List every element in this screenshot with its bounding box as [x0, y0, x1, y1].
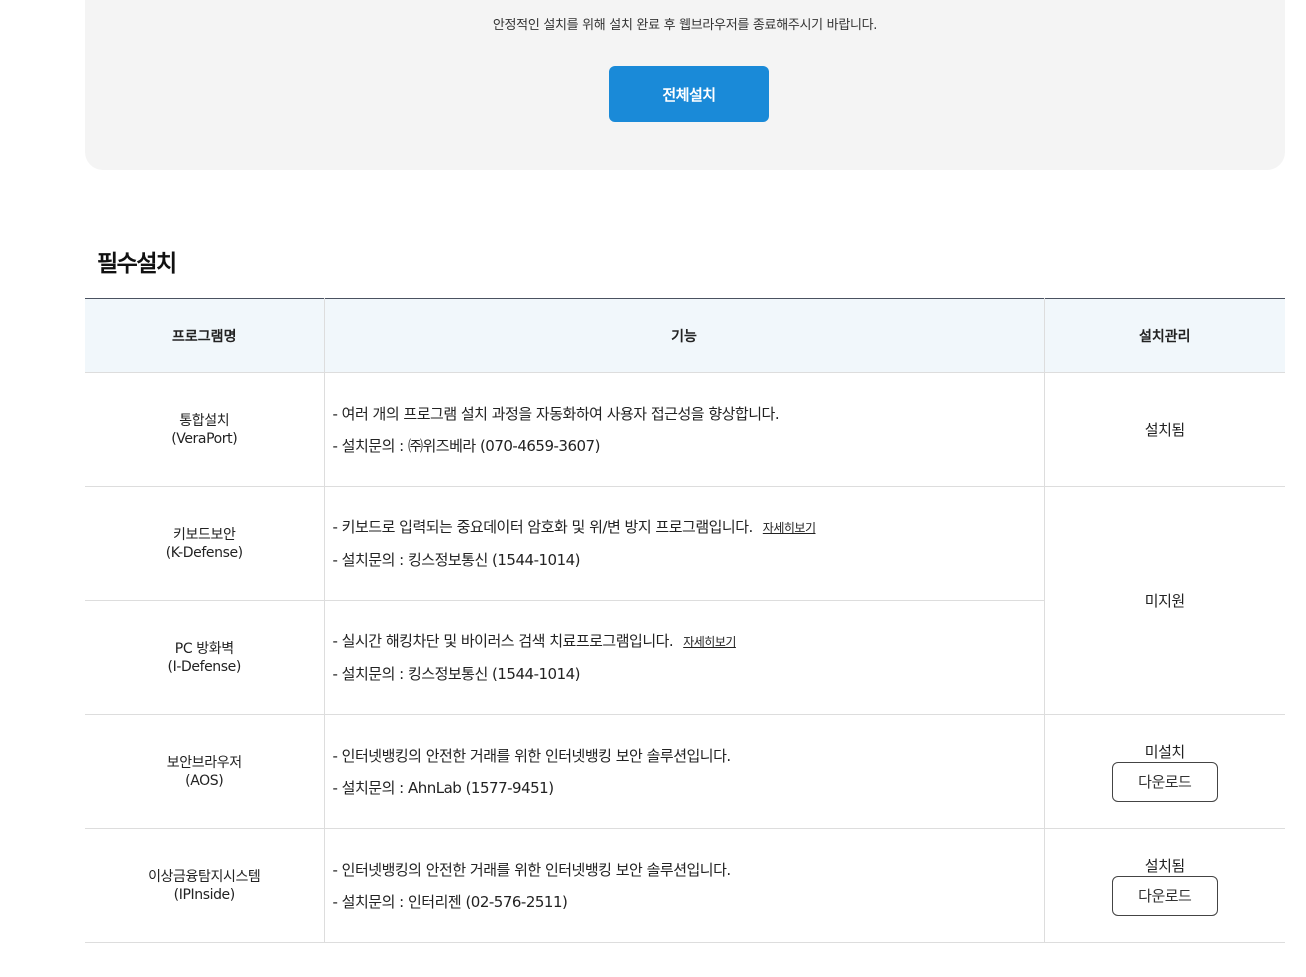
program-code: (K-Defense)	[165, 544, 243, 561]
function-description: - 인터넷뱅킹의 안전한 거래를 위한 인터넷뱅킹 보안 솔루션입니다.	[332, 860, 732, 879]
program-code: (IPInside)	[173, 886, 236, 903]
function-description: - 여러 개의 프로그램 설치 과정을 자동화하여 사용자 접근성을 향상합니다…	[332, 404, 780, 423]
program-name-cell: 이상금융탐지시스템 (IPInside)	[85, 828, 324, 943]
install-contact: - 설치문의 : 킹스정보통신 (1544-1014)	[332, 551, 581, 569]
download-button[interactable]: 다운로드	[1111, 875, 1218, 916]
table-row: 통합설치 (VeraPort) - 여러 개의 프로그램 설치 과정을 자동화하…	[85, 372, 1285, 487]
status-cell: 설치됨	[1043, 372, 1285, 487]
install-contact: - 설치문의 : ㈜위즈베라 (070-4659-3607)	[332, 436, 601, 455]
status-cell: 설치됨 다운로드	[1043, 828, 1285, 943]
install-status: 설치됨	[1144, 856, 1185, 875]
program-name-cell: 보안브라우저 (AOS)	[85, 714, 324, 829]
table-row: 키보드보안 (K-Defense) - 키보드로 입력되는 중요데이터 암호화 …	[85, 486, 1285, 715]
install-status: 미지원	[1144, 591, 1185, 610]
function-description-line: - 실시간 해킹차단 및 바이러스 검색 치료프로그램입니다. 자세히보기	[333, 625, 1044, 658]
function-description: - 인터넷뱅킹의 안전한 거래를 위한 인터넷뱅킹 보안 솔루션입니다.	[332, 746, 732, 765]
status-cell: 미설치 다운로드	[1043, 714, 1285, 829]
header-program-name: 프로그램명	[85, 298, 324, 373]
install-contact: - 설치문의 : 킹스정보통신 (1544-1014)	[332, 665, 581, 683]
install-status: 설치됨	[1144, 420, 1185, 439]
function-cell: - 인터넷뱅킹의 안전한 거래를 위한 인터넷뱅킹 보안 솔루션입니다. - 설…	[323, 714, 1044, 829]
function-description: - 키보드로 입력되는 중요데이터 암호화 및 위/변 방지 프로그램입니다.	[332, 518, 754, 536]
program-name: 통합설치	[179, 412, 230, 429]
install-contact: - 설치문의 : AhnLab (1577-9451)	[332, 778, 555, 797]
status-cell: 미지원	[1043, 486, 1285, 715]
table-row: 보안브라우저 (AOS) - 인터넷뱅킹의 안전한 거래를 위한 인터넷뱅킹 보…	[85, 714, 1285, 829]
program-code: (VeraPort)	[171, 430, 238, 447]
required-programs-table: 프로그램명 기능 설치관리 통합설치 (VeraPort) - 여러 개의 프로…	[85, 298, 1285, 943]
header-function: 기능	[323, 298, 1044, 373]
header-install-management: 설치관리	[1043, 298, 1285, 373]
program-name: 보안브라우저	[166, 754, 242, 771]
program-name: PC 방화벽	[174, 640, 234, 657]
program-name-cell: 키보드보안 (K-Defense)	[85, 486, 324, 601]
function-cell: - 키보드로 입력되는 중요데이터 암호화 및 위/변 방지 프로그램입니다. 자…	[323, 486, 1044, 601]
table-row: 이상금융탐지시스템 (IPInside) - 인터넷뱅킹의 안전한 거래를 위한…	[85, 828, 1285, 943]
program-name: 이상금융탐지시스템	[148, 868, 261, 885]
program-code: (AOS)	[185, 772, 224, 789]
function-cell: - 실시간 해킹차단 및 바이러스 검색 치료프로그램입니다. 자세히보기 - 설…	[323, 600, 1044, 715]
program-code: (I-Defense)	[167, 658, 242, 675]
program-name-cell: PC 방화벽 (I-Defense)	[85, 600, 324, 715]
download-button[interactable]: 다운로드	[1111, 761, 1218, 802]
details-link[interactable]: 자세히보기	[763, 521, 816, 535]
function-cell: - 여러 개의 프로그램 설치 과정을 자동화하여 사용자 접근성을 향상합니다…	[323, 372, 1044, 487]
function-cell: - 인터넷뱅킹의 안전한 거래를 위한 인터넷뱅킹 보안 솔루션입니다. - 설…	[323, 828, 1044, 943]
function-description: - 실시간 해킹차단 및 바이러스 검색 치료프로그램입니다.	[332, 632, 674, 650]
program-name-cell: 통합설치 (VeraPort)	[85, 372, 324, 487]
program-name: 키보드보안	[173, 526, 236, 543]
function-description-line: - 키보드로 입력되는 중요데이터 암호화 및 위/변 방지 프로그램입니다. 자…	[333, 511, 1044, 544]
section-title: 필수설치	[97, 251, 177, 277]
install-all-panel: 안정적인 설치를 위해 설치 완료 후 웹브라우저를 종료해주시기 바랍니다. …	[85, 0, 1285, 170]
install-notice: 안정적인 설치를 위해 설치 완료 후 웹브라우저를 종료해주시기 바랍니다.	[492, 18, 878, 33]
install-status: 미설치	[1144, 742, 1185, 761]
table-header-row: 프로그램명 기능 설치관리	[85, 298, 1285, 373]
install-contact: - 설치문의 : 인터리젠 (02-576-2511)	[332, 892, 568, 911]
install-all-button[interactable]: 전체설치	[609, 66, 769, 122]
details-link[interactable]: 자세히보기	[683, 635, 736, 649]
